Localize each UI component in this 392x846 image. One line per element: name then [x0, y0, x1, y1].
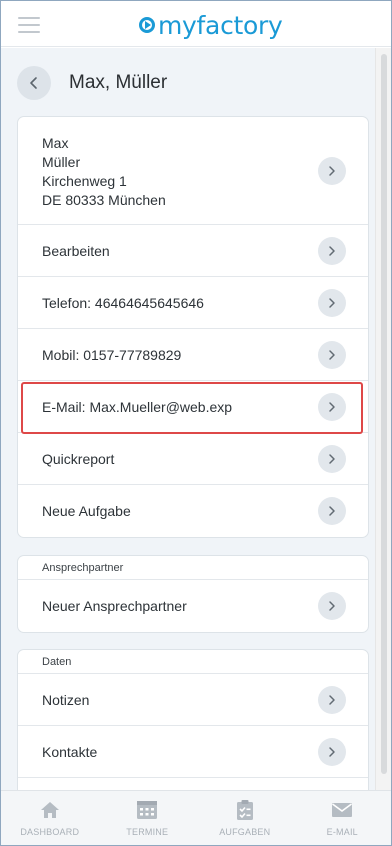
chevron-right-icon[interactable]: [318, 592, 346, 620]
clipboard-icon: [235, 799, 255, 821]
address-row[interactable]: Max Müller Kirchenweg 1 DE 80333 München: [18, 117, 368, 225]
phone-row[interactable]: Telefon: 46464645645646: [18, 277, 368, 329]
address-line: Müller: [42, 154, 81, 170]
logo-text: myfactory: [158, 10, 283, 40]
chevron-right-icon[interactable]: [318, 288, 346, 317]
row-label: Quickreport: [42, 450, 115, 467]
email-row[interactable]: E-Mail: Max.Mueller@web.exp: [18, 381, 368, 433]
nav-tasks[interactable]: AUFGABEN: [196, 791, 294, 845]
chevron-right-icon[interactable]: [318, 392, 346, 421]
card-caption: Daten: [18, 650, 368, 674]
contact-card: Max Müller Kirchenweg 1 DE 80333 München…: [17, 116, 369, 538]
nav-email[interactable]: E-MAIL: [294, 791, 392, 845]
chevron-right-icon[interactable]: [318, 685, 346, 714]
new-contact-person-row[interactable]: Neuer Ansprechpartner: [18, 580, 368, 632]
list-item[interactable]: [18, 778, 368, 790]
chevron-right-icon[interactable]: [318, 340, 346, 369]
address-line: Max: [42, 135, 69, 151]
nav-label: E-MAIL: [326, 827, 358, 837]
row-label: Telefon: 46464645645646: [42, 294, 204, 311]
nav-label: DASHBOARD: [20, 827, 80, 837]
back-button[interactable]: [17, 66, 51, 100]
nav-label: TERMINE: [126, 827, 169, 837]
chevron-right-icon[interactable]: [318, 156, 346, 185]
home-icon: [39, 799, 61, 821]
row-label: Neuer Ansprechpartner: [42, 598, 187, 614]
row-label: Bearbeiten: [42, 242, 110, 259]
chevron-left-icon: [30, 77, 37, 89]
scrollbar-thumb[interactable]: [381, 54, 387, 774]
contact-persons-card: Ansprechpartner Neuer Ansprechpartner: [17, 555, 369, 633]
calendar-icon: [136, 799, 158, 821]
bottom-navigation: DASHBOARD TERMINE AUFGABEN E-MAIL: [1, 790, 391, 845]
new-task-row[interactable]: Neue Aufgabe: [18, 485, 368, 537]
logo-play-icon: [139, 17, 155, 33]
chevron-right-icon[interactable]: [318, 497, 346, 525]
address-line: DE 80333 München: [42, 192, 166, 208]
app-logo: myfactory: [139, 11, 283, 39]
chevron-right-icon[interactable]: [318, 444, 346, 473]
address-line: Kirchenweg 1: [42, 173, 127, 189]
mobile-row[interactable]: Mobil: 0157-77789829: [18, 329, 368, 381]
card-caption: Ansprechpartner: [18, 556, 368, 580]
main-content: Max, Müller Max Müller Kirchenweg 1 DE 8…: [1, 48, 375, 790]
page-title: Max, Müller: [69, 72, 168, 93]
row-label: E-Mail: Max.Mueller@web.exp: [42, 398, 233, 415]
top-bar: myfactory: [1, 1, 391, 47]
address-block: Max Müller Kirchenweg 1 DE 80333 München: [42, 134, 166, 210]
nav-label: AUFGABEN: [219, 827, 271, 837]
data-card: Daten Notizen Kontakte: [17, 649, 369, 790]
nav-appointments[interactable]: TERMINE: [99, 791, 197, 845]
envelope-icon: [331, 799, 353, 821]
edit-row[interactable]: Bearbeiten: [18, 225, 368, 277]
row-label: Mobil: 0157-77789829: [42, 346, 182, 363]
notes-row[interactable]: Notizen: [18, 674, 368, 726]
page-header: Max, Müller: [17, 66, 167, 100]
hamburger-icon[interactable]: [18, 17, 40, 33]
chevron-right-icon[interactable]: [318, 737, 346, 766]
row-label: Notizen: [42, 691, 90, 708]
scrollbar[interactable]: [375, 48, 391, 790]
chevron-right-icon[interactable]: [318, 236, 346, 265]
row-label: Kontakte: [42, 743, 98, 760]
quickreport-row[interactable]: Quickreport: [18, 433, 368, 485]
row-label: Neue Aufgabe: [42, 503, 131, 519]
contacts-row[interactable]: Kontakte: [18, 726, 368, 778]
nav-dashboard[interactable]: DASHBOARD: [1, 791, 99, 845]
